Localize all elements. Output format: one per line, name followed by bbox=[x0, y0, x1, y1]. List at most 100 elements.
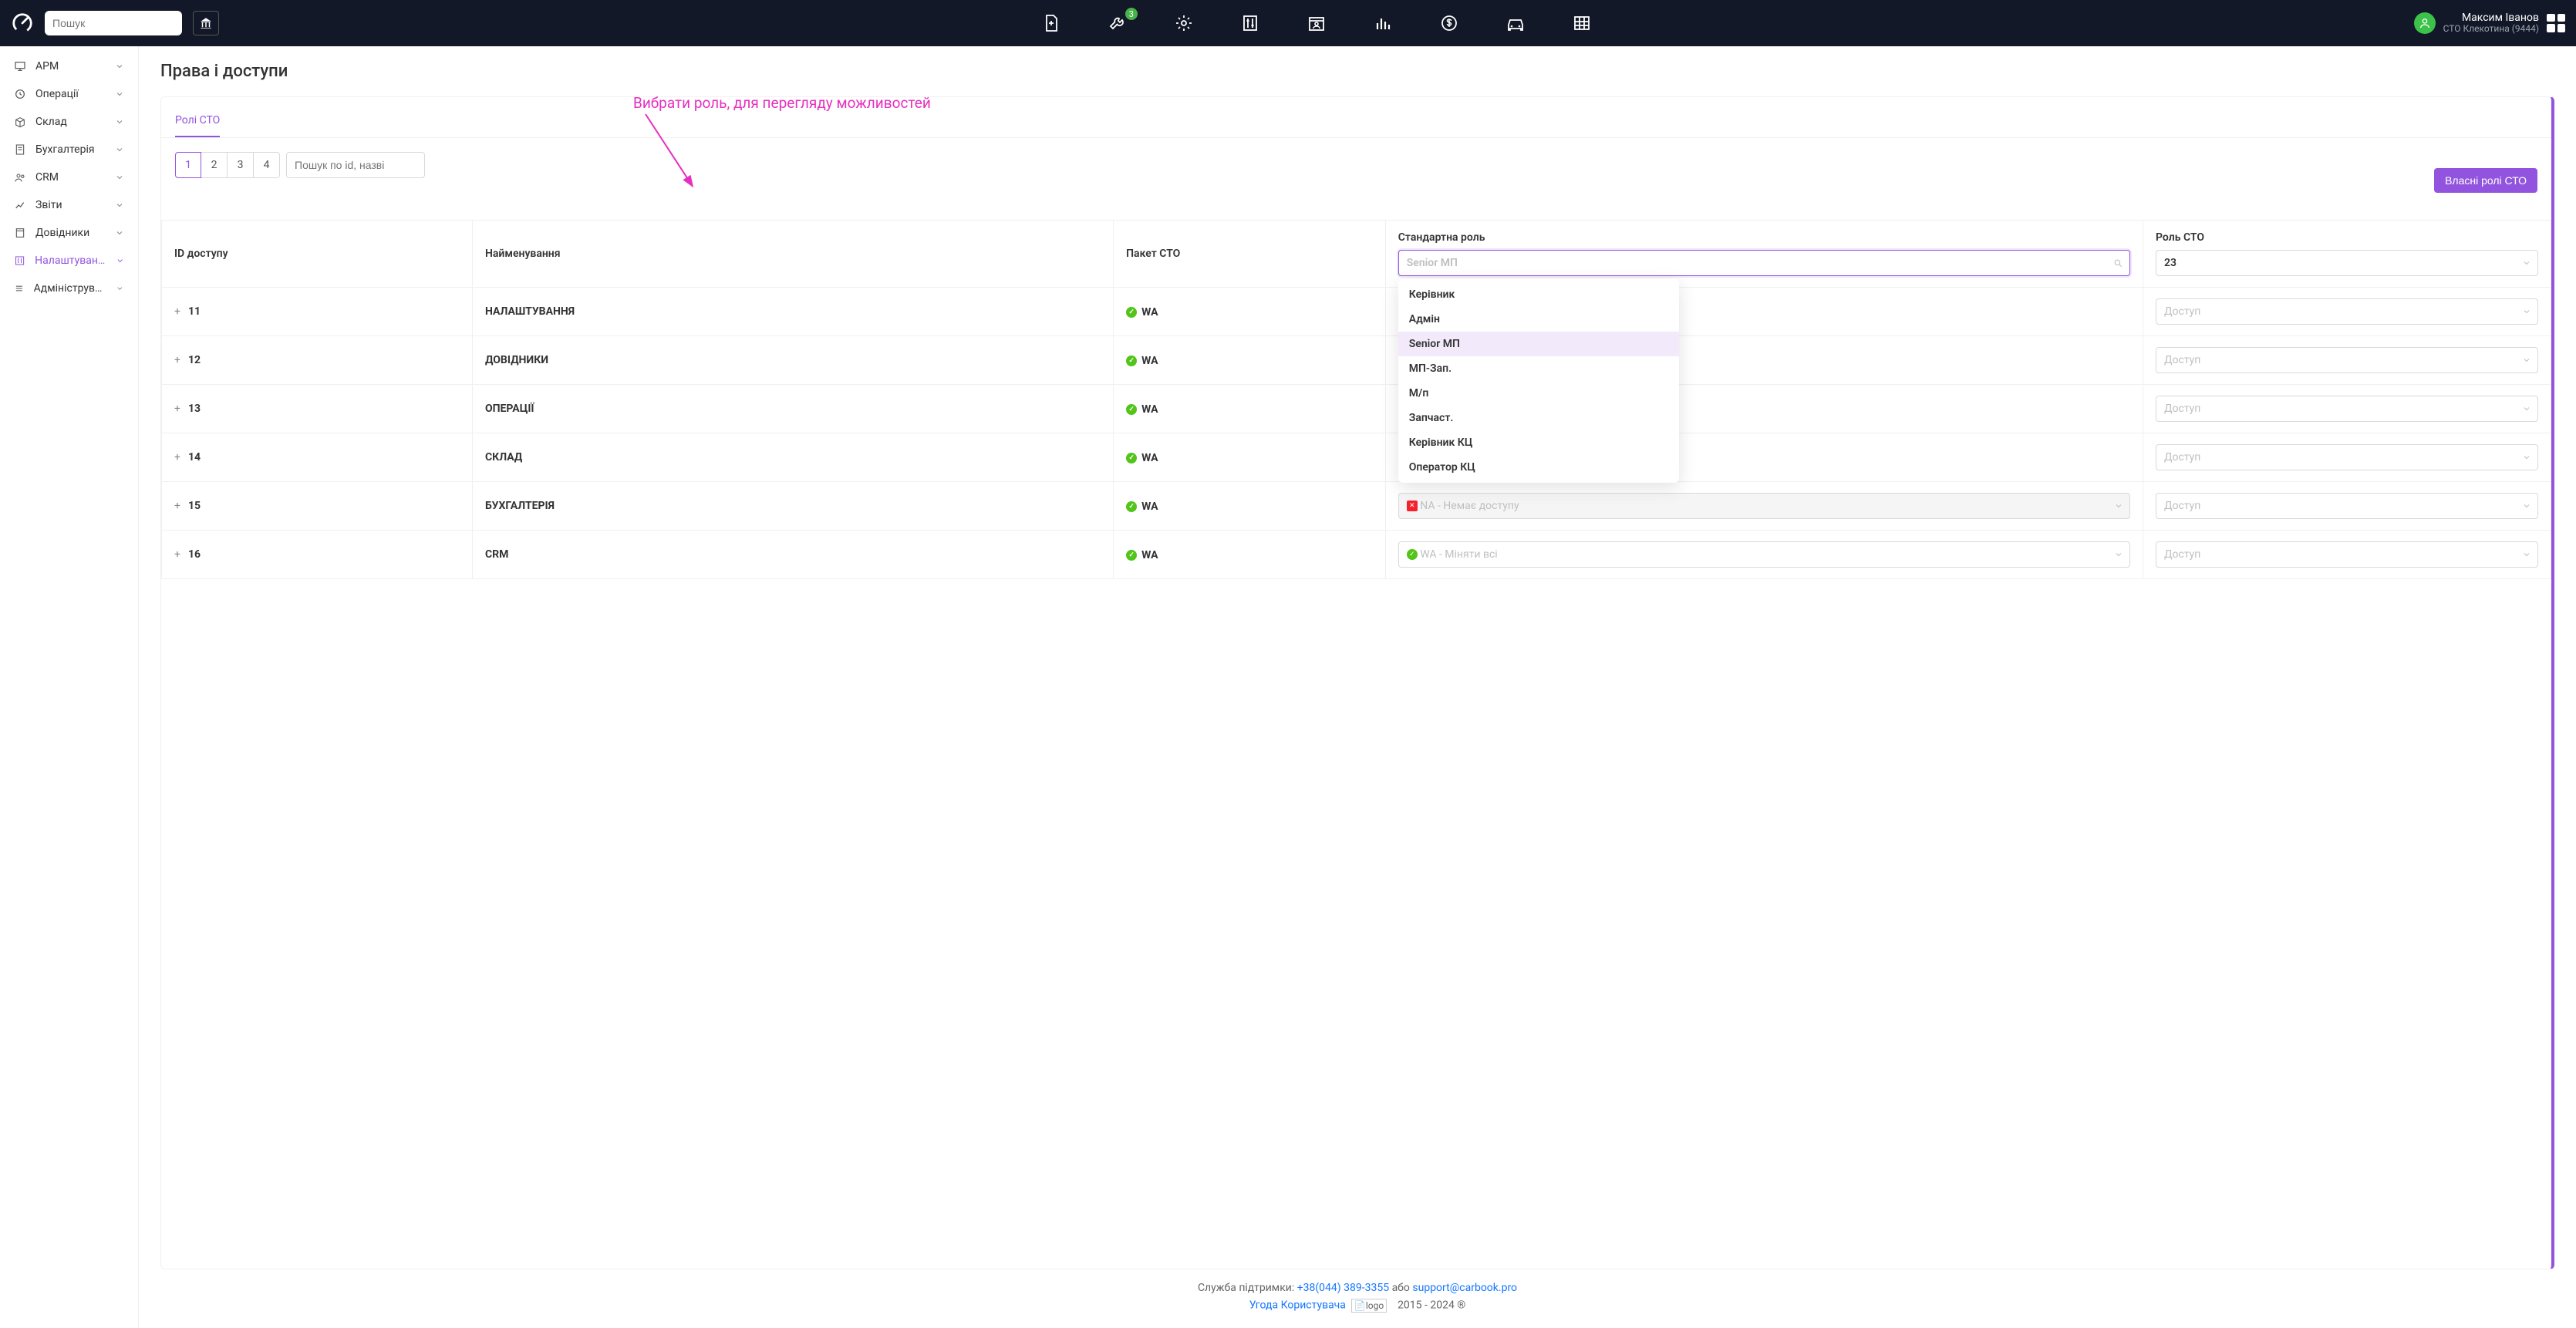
sidebar-item-accounting[interactable]: Бухгалтерія bbox=[0, 136, 138, 163]
sidebar: АРМ Операції Склад Бухгалтерія CRM Звіти… bbox=[0, 46, 139, 1328]
role-option[interactable]: МП-Зап. bbox=[1398, 356, 1679, 381]
page-3[interactable]: 3 bbox=[228, 152, 254, 178]
std-role-filter[interactable]: Senior МП bbox=[1398, 250, 2130, 276]
tabs: Ролі СТО bbox=[161, 108, 2551, 138]
user-name: Максим Іванов bbox=[2443, 12, 2539, 24]
global-search-input[interactable] bbox=[52, 17, 192, 29]
check-icon bbox=[1126, 404, 1137, 415]
cell-pkg: WA bbox=[1114, 433, 1386, 482]
chevron-down-icon bbox=[2522, 501, 2531, 511]
pkg-value: WA bbox=[1141, 355, 1158, 367]
car-icon bbox=[1505, 14, 1526, 32]
cell-name: НАЛАШТУВАННЯ bbox=[472, 288, 1113, 336]
row-id: 12 bbox=[188, 354, 201, 366]
id-search-input[interactable] bbox=[286, 152, 425, 178]
chevron-down-icon bbox=[115, 62, 124, 71]
page-1[interactable]: 1 bbox=[175, 152, 201, 178]
sto-role-select[interactable]: Доступ bbox=[2156, 444, 2538, 470]
pkg-value: WA bbox=[1141, 306, 1158, 319]
sidebar-item-arm[interactable]: АРМ bbox=[0, 52, 138, 80]
sel-placeholder: Доступ bbox=[2164, 451, 2200, 463]
box-icon bbox=[14, 116, 26, 128]
check-icon bbox=[1126, 550, 1137, 561]
sidebar-item-settings[interactable]: Налаштування bbox=[0, 247, 138, 275]
sto-role-select[interactable]: Доступ bbox=[2156, 541, 2538, 568]
sidebar-item-admin[interactable]: Адміністрування bbox=[0, 275, 138, 302]
row-id: 15 bbox=[188, 500, 201, 512]
chevron-down-icon bbox=[115, 117, 124, 126]
expand-icon[interactable]: + bbox=[174, 305, 180, 318]
row-id: 16 bbox=[188, 548, 201, 561]
tab-roles[interactable]: Ролі СТО bbox=[175, 108, 220, 137]
sidebar-item-label: Операції bbox=[35, 88, 79, 100]
role-option[interactable]: М/п bbox=[1398, 381, 1679, 406]
sel-placeholder: Доступ bbox=[2164, 354, 2200, 366]
sto-role-filter-value: 23 bbox=[2164, 257, 2176, 269]
sto-role-select[interactable]: Доступ bbox=[2156, 493, 2538, 519]
chevron-down-icon bbox=[2522, 550, 2531, 559]
global-search[interactable] bbox=[45, 11, 182, 35]
bank-button[interactable] bbox=[193, 11, 219, 35]
cell-name: ДОВІДНИКИ bbox=[472, 336, 1113, 385]
page-title: Права і доступи bbox=[160, 62, 2554, 81]
sto-role-select[interactable]: Доступ bbox=[2156, 396, 2538, 422]
nav-calendar[interactable] bbox=[1306, 12, 1327, 34]
footer-copyright: 2015 - 2024 ® bbox=[1398, 1299, 1465, 1312]
apps-icon[interactable] bbox=[2547, 14, 2565, 32]
role-option[interactable]: Оператор КЦ bbox=[1398, 455, 1679, 480]
th-sto-role-label: Роль СТО bbox=[2156, 231, 2538, 244]
sto-role-select[interactable]: Доступ bbox=[2156, 347, 2538, 373]
user-block[interactable]: Максим Іванов СТО Клекотина (9444) bbox=[2414, 12, 2565, 35]
sidebar-item-label: Довідники bbox=[35, 227, 89, 239]
sidebar-item-label: АРМ bbox=[35, 60, 59, 72]
expand-icon[interactable]: + bbox=[174, 451, 180, 463]
footer-phone[interactable]: +38(044) 389-3355 bbox=[1297, 1282, 1389, 1294]
logo[interactable] bbox=[11, 12, 34, 35]
sidebar-item-operations[interactable]: Операції bbox=[0, 80, 138, 108]
nav-grid[interactable] bbox=[1571, 12, 1593, 34]
sto-role-select[interactable]: Доступ bbox=[2156, 298, 2538, 325]
footer-agreement[interactable]: Угода Користувача bbox=[1249, 1299, 1346, 1312]
pkg-value: WA bbox=[1141, 403, 1158, 416]
sidebar-item-label: Звіти bbox=[35, 199, 62, 211]
sidebar-item-label: CRM bbox=[35, 171, 59, 184]
nav-new-doc[interactable] bbox=[1040, 12, 1062, 34]
nav-chart[interactable] bbox=[1372, 12, 1394, 34]
check-icon bbox=[1407, 549, 1418, 560]
content-card: Вибрати роль, для перегляду можливостей … bbox=[160, 96, 2554, 1269]
std-role-select[interactable]: WA - Міняти всі bbox=[1398, 541, 2130, 568]
sto-role-filter[interactable]: 23 bbox=[2156, 250, 2538, 276]
nav-car[interactable] bbox=[1505, 12, 1526, 34]
cell-id: +11 bbox=[162, 288, 473, 336]
own-roles-button[interactable]: Власні ролі СТО bbox=[2434, 168, 2537, 193]
footer-email[interactable]: support@carbook.pro bbox=[1412, 1282, 1517, 1294]
th-sto-role: Роль СТО 23 bbox=[2143, 221, 2551, 288]
nav-sliders[interactable] bbox=[1239, 12, 1261, 34]
sidebar-item-crm[interactable]: CRM bbox=[0, 163, 138, 191]
check-icon bbox=[1126, 501, 1137, 512]
nav-settings[interactable] bbox=[1173, 12, 1195, 34]
std-role-select[interactable]: NA - Немає доступу bbox=[1398, 493, 2130, 519]
role-option[interactable]: Адмін bbox=[1398, 307, 1679, 332]
row-id: 11 bbox=[188, 305, 201, 318]
row-id: 13 bbox=[188, 403, 201, 415]
expand-icon[interactable]: + bbox=[174, 354, 180, 366]
cell-pkg: WA bbox=[1114, 482, 1386, 531]
role-option-selected[interactable]: Senior МП bbox=[1398, 332, 1679, 356]
role-option[interactable]: Запчаст. bbox=[1398, 406, 1679, 430]
expand-icon[interactable]: + bbox=[174, 403, 180, 415]
role-option[interactable]: Керівник bbox=[1398, 282, 1679, 307]
role-option[interactable]: Керівник КЦ bbox=[1398, 430, 1679, 455]
sidebar-item-directories[interactable]: Довідники bbox=[0, 219, 138, 247]
monitor-icon bbox=[14, 60, 26, 72]
page-2[interactable]: 2 bbox=[201, 152, 228, 178]
nav-money[interactable] bbox=[1438, 12, 1460, 34]
expand-icon[interactable]: + bbox=[174, 500, 180, 512]
sidebar-item-reports[interactable]: Звіти bbox=[0, 191, 138, 219]
sidebar-item-label: Бухгалтерія bbox=[35, 143, 95, 156]
page-4[interactable]: 4 bbox=[254, 152, 280, 178]
expand-icon[interactable]: + bbox=[174, 548, 180, 561]
row-id: 14 bbox=[188, 451, 201, 463]
nav-tools[interactable]: 3 bbox=[1107, 12, 1128, 34]
sidebar-item-warehouse[interactable]: Склад bbox=[0, 108, 138, 136]
